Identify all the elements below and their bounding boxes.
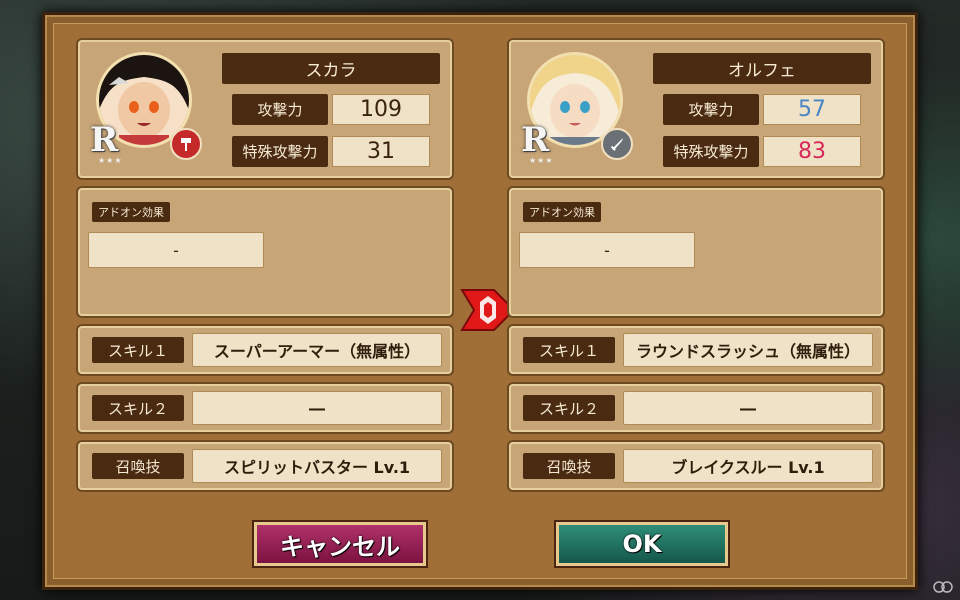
dialog-body: R ★★★ スカラ 攻撃力 109 特殊攻撃力 31 アドオン効果 - スキル１… <box>53 23 907 579</box>
left-character-name: スカラ <box>222 53 440 84</box>
right-special-attack-label: 特殊攻撃力 <box>663 136 759 167</box>
right-addon-panel: アドオン効果 - <box>509 188 883 316</box>
left-special-attack-value: 31 <box>332 136 430 167</box>
left-rarity-icon: R <box>90 120 119 160</box>
right-skill1-value: ラウンドスラッシュ（無属性） <box>623 333 873 367</box>
left-skill1-label: スキル１ <box>92 337 184 363</box>
right-special-attack-value: 83 <box>763 136 861 167</box>
left-summon-value: スピリットバスター Lv.1 <box>192 449 442 483</box>
left-skill1-value: スーパーアーマー（無属性） <box>192 333 442 367</box>
left-summon-label: 召喚技 <box>92 453 184 479</box>
right-stars: ★★★ <box>529 156 554 165</box>
right-summon-value: ブレイクスルー Lv.1 <box>623 449 873 483</box>
cancel-button[interactable]: キャンセル <box>254 522 426 566</box>
right-header-panel: R ★★★ オルフェ 攻撃力 57 特殊攻撃力 83 <box>509 40 883 178</box>
left-special-attack-label: 特殊攻撃力 <box>232 136 328 167</box>
right-skill1-label: スキル１ <box>523 337 615 363</box>
right-skill2-label: スキル２ <box>523 395 615 421</box>
left-skill2-label: スキル２ <box>92 395 184 421</box>
right-rarity-icon: R <box>521 120 550 160</box>
right-attack-value: 57 <box>763 94 861 125</box>
left-skill2-row: スキル２ ― <box>78 384 452 432</box>
left-addon-label: アドオン効果 <box>92 202 170 222</box>
right-skill2-row: スキル２ ― <box>509 384 883 432</box>
compare-dialog: R ★★★ スカラ 攻撃力 109 特殊攻撃力 31 アドオン効果 - スキル１… <box>42 12 918 590</box>
sword-icon <box>601 128 633 160</box>
left-attack-value: 109 <box>332 94 430 125</box>
right-avatar-group[interactable]: R ★★★ <box>521 52 633 165</box>
left-skill1-row: スキル１ スーパーアーマー（無属性） <box>78 326 452 374</box>
left-addon-panel: アドオン効果 - <box>78 188 452 316</box>
right-addon-value: - <box>519 232 695 268</box>
right-character-name: オルフェ <box>653 53 871 84</box>
ok-button[interactable]: OK <box>556 522 728 566</box>
left-addon-value: - <box>88 232 264 268</box>
left-summon-row: 召喚技 スピリットバスター Lv.1 <box>78 442 452 490</box>
left-attack-label: 攻撃力 <box>232 94 328 125</box>
right-summon-row: 召喚技 ブレイクスルー Lv.1 <box>509 442 883 490</box>
right-skill2-value: ― <box>623 391 873 425</box>
left-avatar-group[interactable]: R ★★★ <box>90 52 202 165</box>
left-skill2-value: ― <box>192 391 442 425</box>
right-summon-label: 召喚技 <box>523 453 615 479</box>
right-attack-label: 攻撃力 <box>663 94 759 125</box>
right-skill1-row: スキル１ ラウンドスラッシュ（無属性） <box>509 326 883 374</box>
left-header-panel: R ★★★ スカラ 攻撃力 109 特殊攻撃力 31 <box>78 40 452 178</box>
watermark-logo <box>932 580 954 594</box>
hammer-icon <box>170 128 202 160</box>
left-stars: ★★★ <box>98 156 123 165</box>
right-addon-label: アドオン効果 <box>523 202 601 222</box>
